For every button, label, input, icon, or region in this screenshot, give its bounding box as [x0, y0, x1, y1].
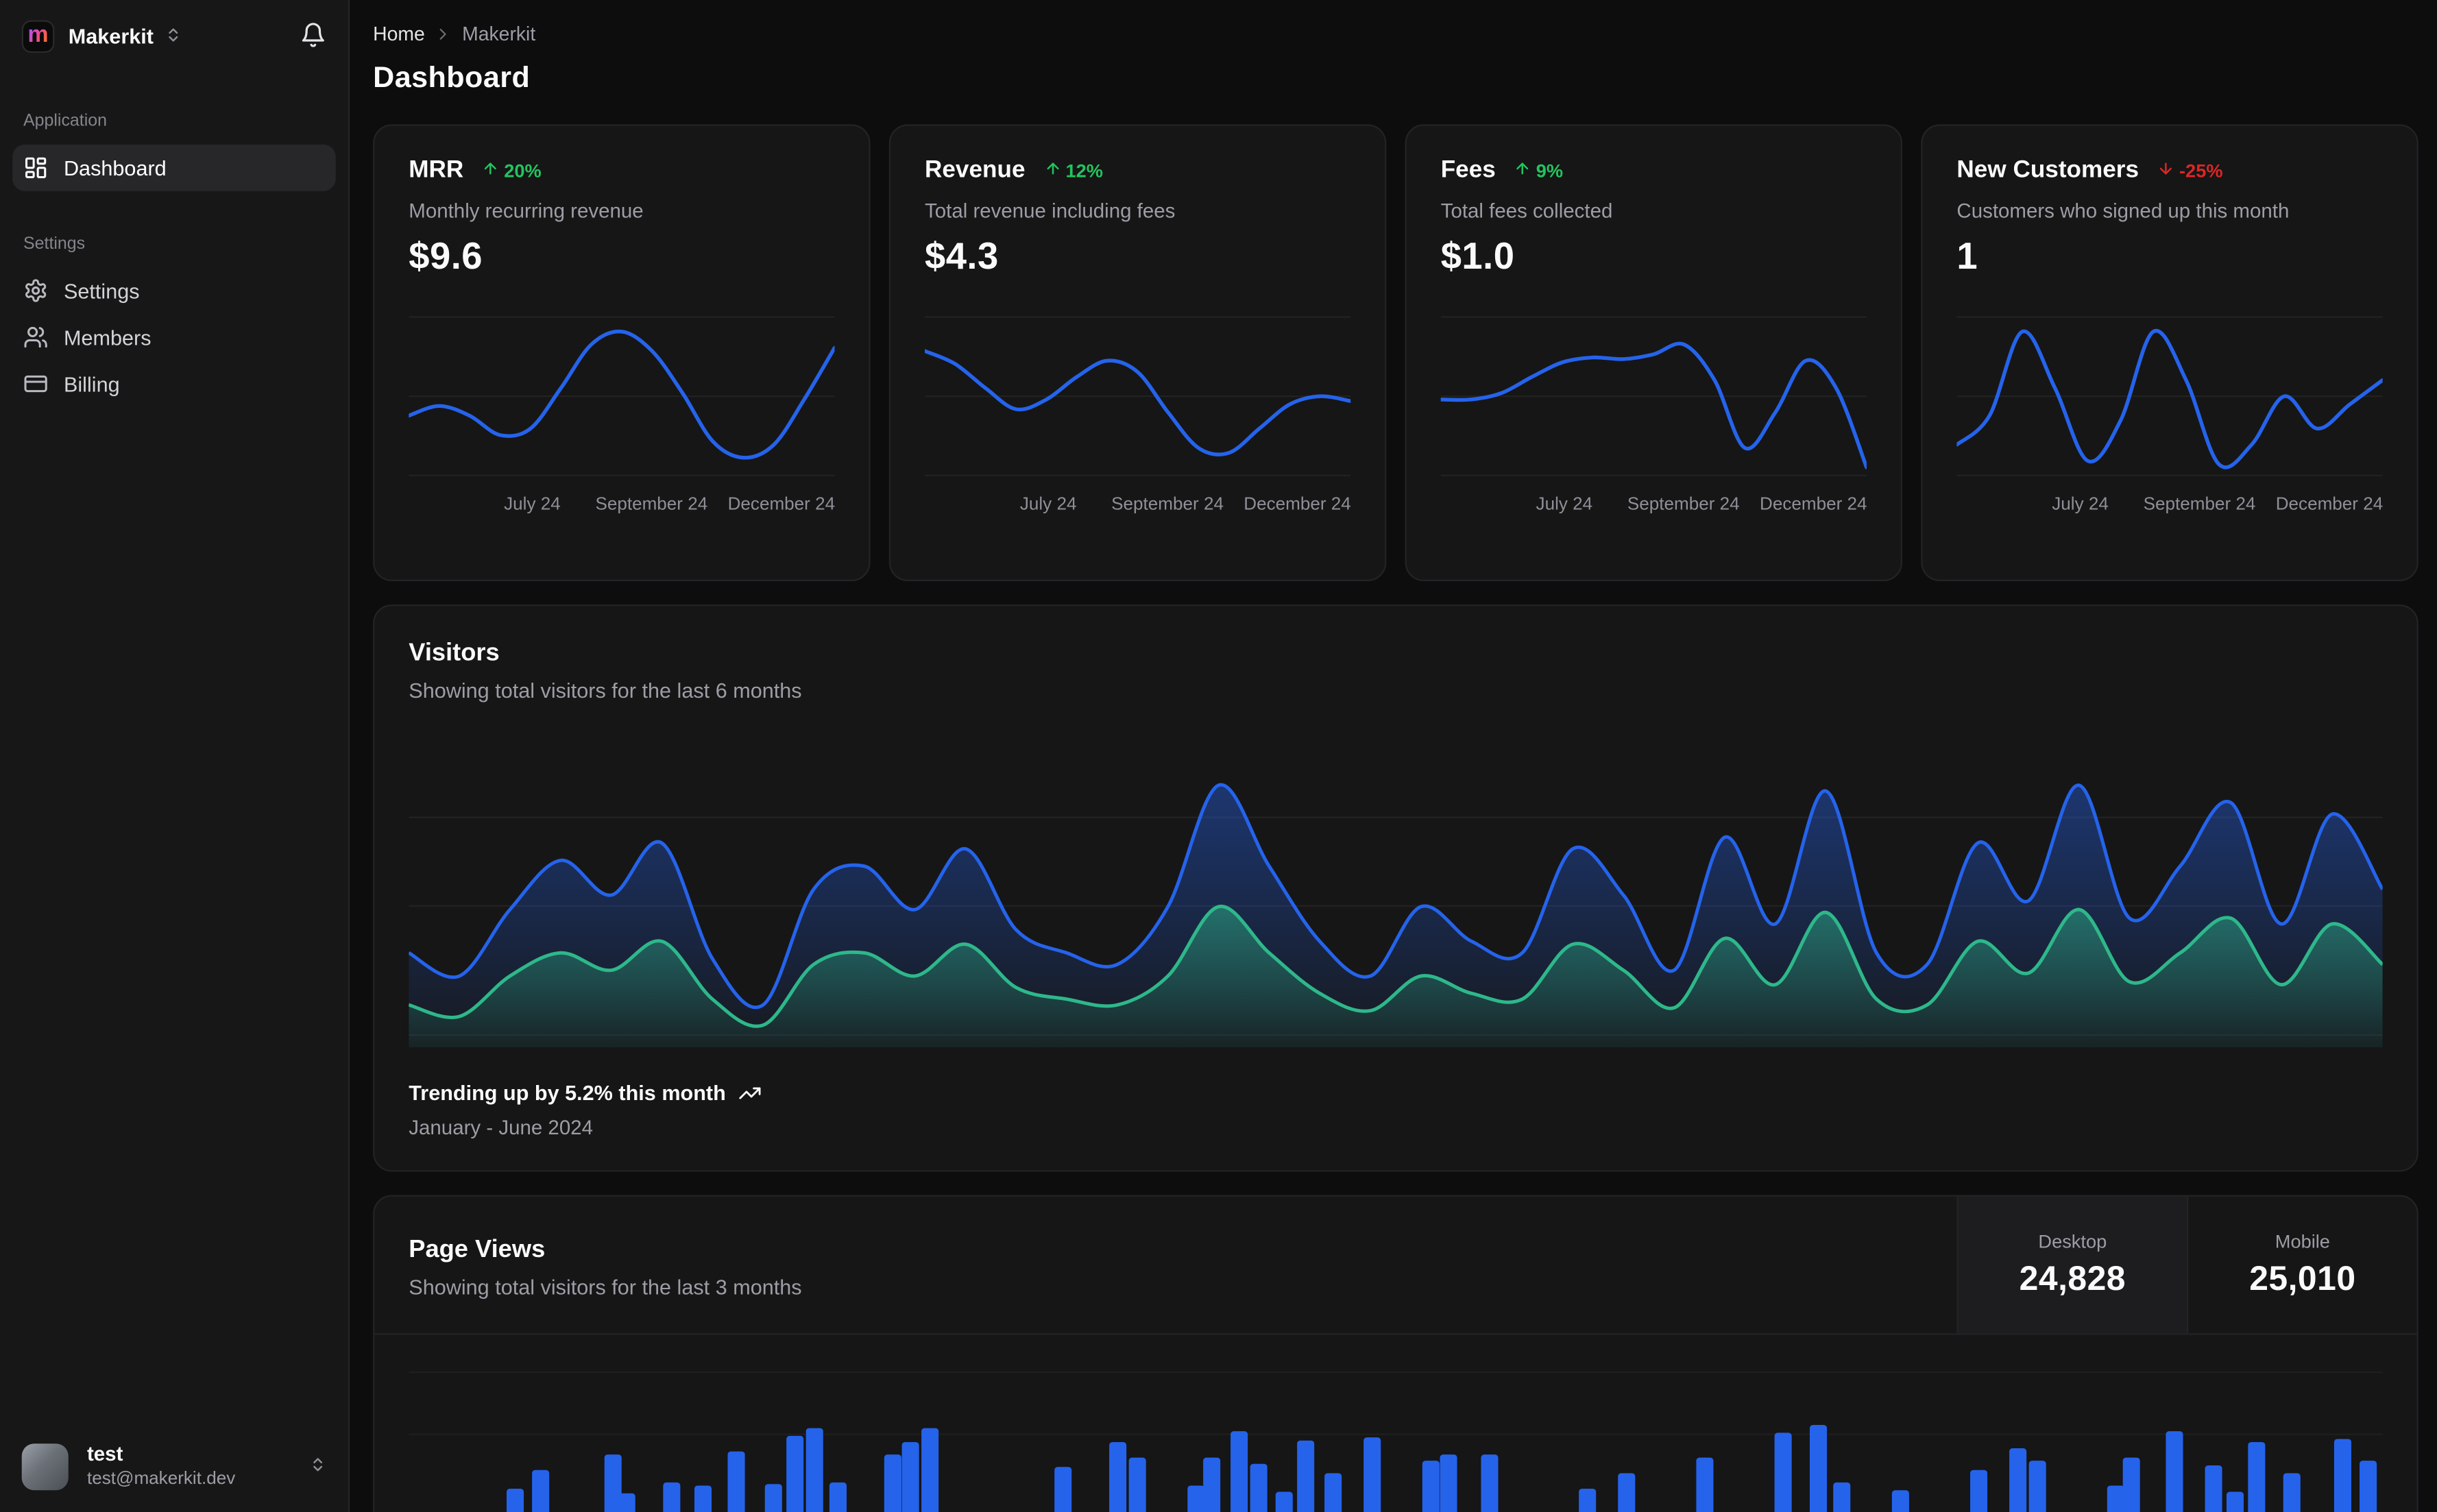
user-name: test	[86, 1442, 123, 1466]
sidebar-item-members[interactable]: Members	[12, 314, 336, 361]
page-views-bar-chart[interactable]	[409, 1348, 2383, 1512]
toggle-value: 24,828	[2019, 1258, 2126, 1298]
arrow-up-icon	[483, 160, 500, 182]
sidebar-item-billing[interactable]: Billing	[12, 361, 336, 407]
brand-name: Makerkit	[68, 25, 154, 49]
spark-x-axis: July 24 September 24 December 24	[504, 496, 836, 515]
stat-change-badge: 9%	[1514, 160, 1563, 182]
main-content: Home Makerkit Dashboard MRR 20% Monthly …	[350, 0, 2437, 1512]
stat-card-revenue: Revenue 12% Total revenue including fees…	[888, 124, 1387, 581]
visitors-area-chart[interactable]	[409, 743, 2383, 1048]
breadcrumb-current: Makerkit	[462, 23, 536, 45]
avatar	[21, 1443, 69, 1490]
stat-change-badge: 20%	[483, 160, 542, 182]
toggle-label: Mobile	[2275, 1230, 2330, 1253]
stat-value: $1.0	[1440, 236, 1515, 278]
stat-cards-row: MRR 20% Monthly recurring revenue $9.6 J…	[373, 124, 2418, 581]
toggle-desktop[interactable]: Desktop 24,828	[1956, 1196, 2187, 1334]
page-views-subtitle: Showing total visitors for the last 3 mo…	[409, 1276, 802, 1300]
sidebar-item-label: Settings	[63, 278, 140, 302]
breadcrumb-home-link[interactable]: Home	[373, 23, 425, 45]
sidebar-item-dashboard[interactable]: Dashboard	[12, 144, 336, 191]
sidebar-header: m Makerkit	[0, 0, 348, 69]
stat-value: 1	[1956, 236, 1978, 278]
breadcrumb: Home Makerkit	[373, 23, 2418, 45]
spark-x-axis: July 24 September 24 December 24	[2052, 496, 2384, 515]
trending-up-icon	[738, 1082, 762, 1105]
visitors-period: January - June 2024	[409, 1115, 594, 1139]
page-views-card: Page Views Showing total visitors for th…	[373, 1195, 2418, 1512]
revenue-sparkline-chart	[924, 316, 1351, 476]
stat-description: Customers who signed up this month	[1956, 199, 2290, 223]
mrr-sparkline-chart	[409, 316, 835, 476]
toggle-label: Desktop	[2038, 1230, 2107, 1253]
sidebar-section-application: Application	[23, 112, 108, 131]
user-meta: test test@makerkit.dev	[87, 1443, 235, 1490]
sidebar-section-settings: Settings	[23, 234, 86, 254]
workspace-selector[interactable]: m Makerkit	[21, 20, 182, 53]
gear-icon	[23, 278, 48, 303]
stat-card-fees: Fees 9% Total fees collected $1.0 July 2…	[1405, 124, 1903, 581]
stat-title: New Customers	[1956, 156, 2139, 184]
chevrons-up-down-icon	[309, 1452, 326, 1480]
sidebar-item-settings[interactable]: Settings	[12, 267, 336, 314]
toggle-value: 25,010	[2249, 1258, 2356, 1298]
sidebar-item-label: Dashboard	[63, 156, 167, 180]
visitors-subtitle: Showing total visitors for the last 6 mo…	[409, 679, 802, 703]
user-menu[interactable]: test test@makerkit.dev	[0, 1424, 348, 1512]
bell-icon	[300, 21, 327, 52]
stat-card-mrr: MRR 20% Monthly recurring revenue $9.6 J…	[373, 124, 871, 581]
stat-description: Monthly recurring revenue	[409, 199, 644, 223]
notifications-bell-button[interactable]	[300, 21, 327, 52]
chevrons-up-down-icon	[165, 23, 182, 51]
visitors-card: Visitors Showing total visitors for the …	[373, 604, 2418, 1172]
stat-title: MRR	[409, 156, 464, 184]
stat-description: Total fees collected	[1440, 199, 1613, 223]
page-title: Dashboard	[373, 62, 531, 95]
stat-description: Total revenue including fees	[924, 199, 1176, 223]
arrow-down-icon	[2157, 160, 2174, 182]
stat-change-badge: 12%	[1044, 160, 1103, 182]
toggle-mobile[interactable]: Mobile 25,010	[2186, 1196, 2417, 1334]
page-views-title: Page Views	[409, 1236, 546, 1264]
users-icon	[23, 325, 48, 350]
stat-title: Revenue	[924, 156, 1026, 184]
app-root: m Makerkit Application Dashboard Setting…	[0, 0, 2437, 1512]
sidebar-nav: Application Dashboard Settings Settings …	[0, 69, 348, 407]
brand-logo: m	[21, 20, 55, 53]
sidebar-item-label: Members	[63, 325, 151, 349]
stat-title: Fees	[1440, 156, 1496, 184]
fees-sparkline-chart	[1440, 316, 1867, 476]
credit-card-icon	[23, 371, 48, 396]
stat-change-badge: -25%	[2157, 160, 2223, 182]
arrow-up-icon	[1514, 160, 1531, 182]
page-views-header: Page Views Showing total visitors for th…	[374, 1196, 2417, 1335]
new-customers-sparkline-chart	[1956, 316, 2383, 476]
spark-x-axis: July 24 September 24 December 24	[1019, 496, 1351, 515]
visitors-title: Visitors	[409, 640, 500, 667]
stat-value: $9.6	[409, 236, 483, 278]
visitors-trend: Trending up by 5.2% this month	[409, 1082, 2382, 1105]
stat-card-new-customers: New Customers -25% Customers who signed …	[1921, 124, 2418, 581]
stat-value: $4.3	[924, 236, 999, 278]
chevron-right-icon	[434, 25, 452, 43]
brand-logo-letter: m	[27, 21, 49, 49]
arrow-up-icon	[1044, 160, 1061, 182]
sidebar: m Makerkit Application Dashboard Setting…	[0, 0, 350, 1512]
page-views-series-toggle: Desktop 24,828 Mobile 25,010	[1956, 1196, 2417, 1334]
layout-dashboard-icon	[23, 156, 48, 180]
sidebar-item-label: Billing	[63, 371, 120, 396]
spark-x-axis: July 24 September 24 December 24	[1536, 496, 1867, 515]
user-email: test@makerkit.dev	[86, 1469, 236, 1489]
